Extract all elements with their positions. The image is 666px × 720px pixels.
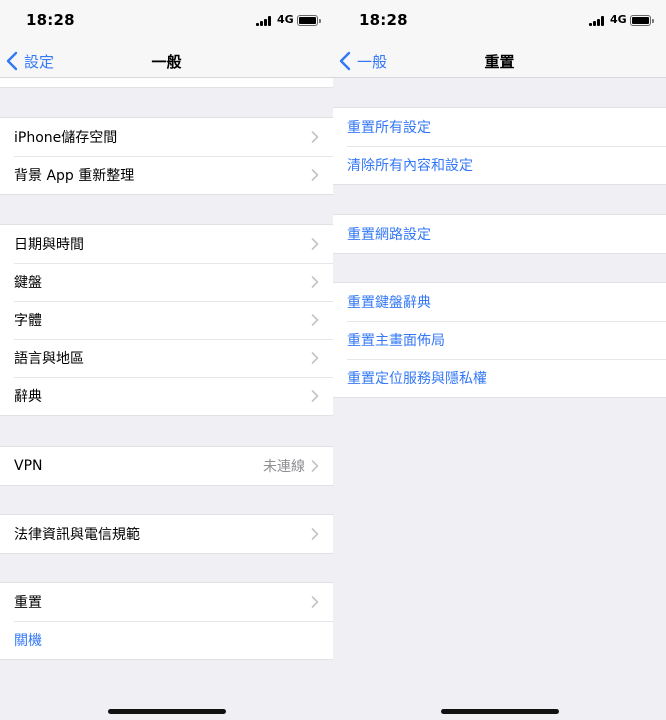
chevron-right-icon [311,276,319,288]
chevron-right-icon [311,169,319,181]
reset-network-settings-button[interactable]: 重置網路設定 [333,215,666,253]
list-item-reset[interactable]: 重置 [0,583,333,621]
list-item-label: 關機 [14,633,42,649]
status-bar: 18:28 4G [0,0,333,44]
screen: 18:28 4G 設定 一般 iPhone儲存空間 背景 App 重新整理 日期… [0,0,666,720]
general-settings-screen: 18:28 4G 設定 一般 iPhone儲存空間 背景 App 重新整理 日期… [0,0,333,720]
list-item-label: 重置鍵盤辭典 [347,295,431,311]
reset-other-group: 重置鍵盤辭典 重置主畫面佈局 重置定位服務與隱私權 [333,282,666,398]
page-title: 重置 [484,53,515,71]
chevron-right-icon [311,131,319,143]
list-item-label: 清除所有內容和設定 [347,158,473,174]
navigation-bar: 設定 一般 [0,44,333,78]
list-item-label: VPN [14,458,43,474]
list-item-label: 重置主畫面佈局 [347,333,445,349]
reset-shutdown-group: 重置 關機 [0,582,333,660]
list-item-background-app-refresh[interactable]: 背景 App 重新整理 [0,156,333,194]
list-item-label: 字體 [14,313,42,329]
list-item-label: 重置所有設定 [347,120,431,136]
reset-settings-group: 重置所有設定 清除所有內容和設定 [333,107,666,185]
status-time: 18:28 [359,11,408,29]
reset-network-group: 重置網路設定 [333,214,666,254]
signal-icon [589,16,605,26]
reset-all-settings-button[interactable]: 重置所有設定 [333,108,666,146]
home-indicator[interactable] [441,709,559,714]
status-time: 18:28 [26,11,75,29]
list-item-label: 重置定位服務與隱私權 [347,371,487,387]
shut-down-button[interactable]: 關機 [0,621,333,659]
reset-location-privacy-button[interactable]: 重置定位服務與隱私權 [333,359,666,397]
chevron-right-icon [311,596,319,608]
list-item-language-region[interactable]: 語言與地區 [0,339,333,377]
list-item-label: iPhone儲存空間 [14,130,118,146]
list-item-label: 背景 App 重新整理 [14,168,135,184]
list-item-label: 鍵盤 [14,275,42,291]
legal-group: 法律資訊與電信規範 [0,514,333,554]
chevron-right-icon [311,528,319,540]
list-item-keyboard[interactable]: 鍵盤 [0,263,333,301]
home-indicator[interactable] [108,709,226,714]
list-item-label: 日期與時間 [14,237,84,253]
signal-icon [256,16,272,26]
list-item-iphone-storage[interactable]: iPhone儲存空間 [0,118,333,156]
chevron-right-icon [311,460,319,472]
status-bar: 18:28 4G [333,0,666,44]
list-item-label: 重置 [14,595,42,611]
chevron-right-icon [311,352,319,364]
list-item-date-time[interactable]: 日期與時間 [0,225,333,263]
chevron-right-icon [311,390,319,402]
reset-home-screen-layout-button[interactable]: 重置主畫面佈局 [333,321,666,359]
list-item-label: 語言與地區 [14,351,84,367]
battery-icon [297,15,321,26]
navigation-bar: 一般 重置 [333,44,666,78]
locale-group: 日期與時間 鍵盤 字體 語言與地區 辭典 [0,224,333,416]
vpn-group: VPN 未連線 [0,446,333,486]
list-item-label: 辭典 [14,389,42,405]
list-item-fonts[interactable]: 字體 [0,301,333,339]
battery-icon [630,15,654,26]
chevron-right-icon [311,238,319,250]
reset-screen: 18:28 4G 一般 重置 重置所有設定 清除所有內容和設定 重置網路設定 重… [333,0,666,720]
vpn-status-value: 未連線 [263,459,305,475]
list-item-legal-regulatory[interactable]: 法律資訊與電信規範 [0,515,333,553]
list-item-dictionary[interactable]: 辭典 [0,377,333,415]
list-item-label: 法律資訊與電信規範 [14,527,140,543]
list-item-label: 重置網路設定 [347,227,431,243]
list-item-vpn[interactable]: VPN 未連線 [0,447,333,485]
network-type: 4G [610,13,627,26]
storage-group: iPhone儲存空間 背景 App 重新整理 [0,117,333,195]
reset-keyboard-dictionary-button[interactable]: 重置鍵盤辭典 [333,283,666,321]
erase-all-content-button[interactable]: 清除所有內容和設定 [333,146,666,184]
chevron-right-icon [311,314,319,326]
page-title: 一般 [151,53,182,71]
network-type: 4G [277,13,294,26]
previous-group-end [0,78,333,88]
